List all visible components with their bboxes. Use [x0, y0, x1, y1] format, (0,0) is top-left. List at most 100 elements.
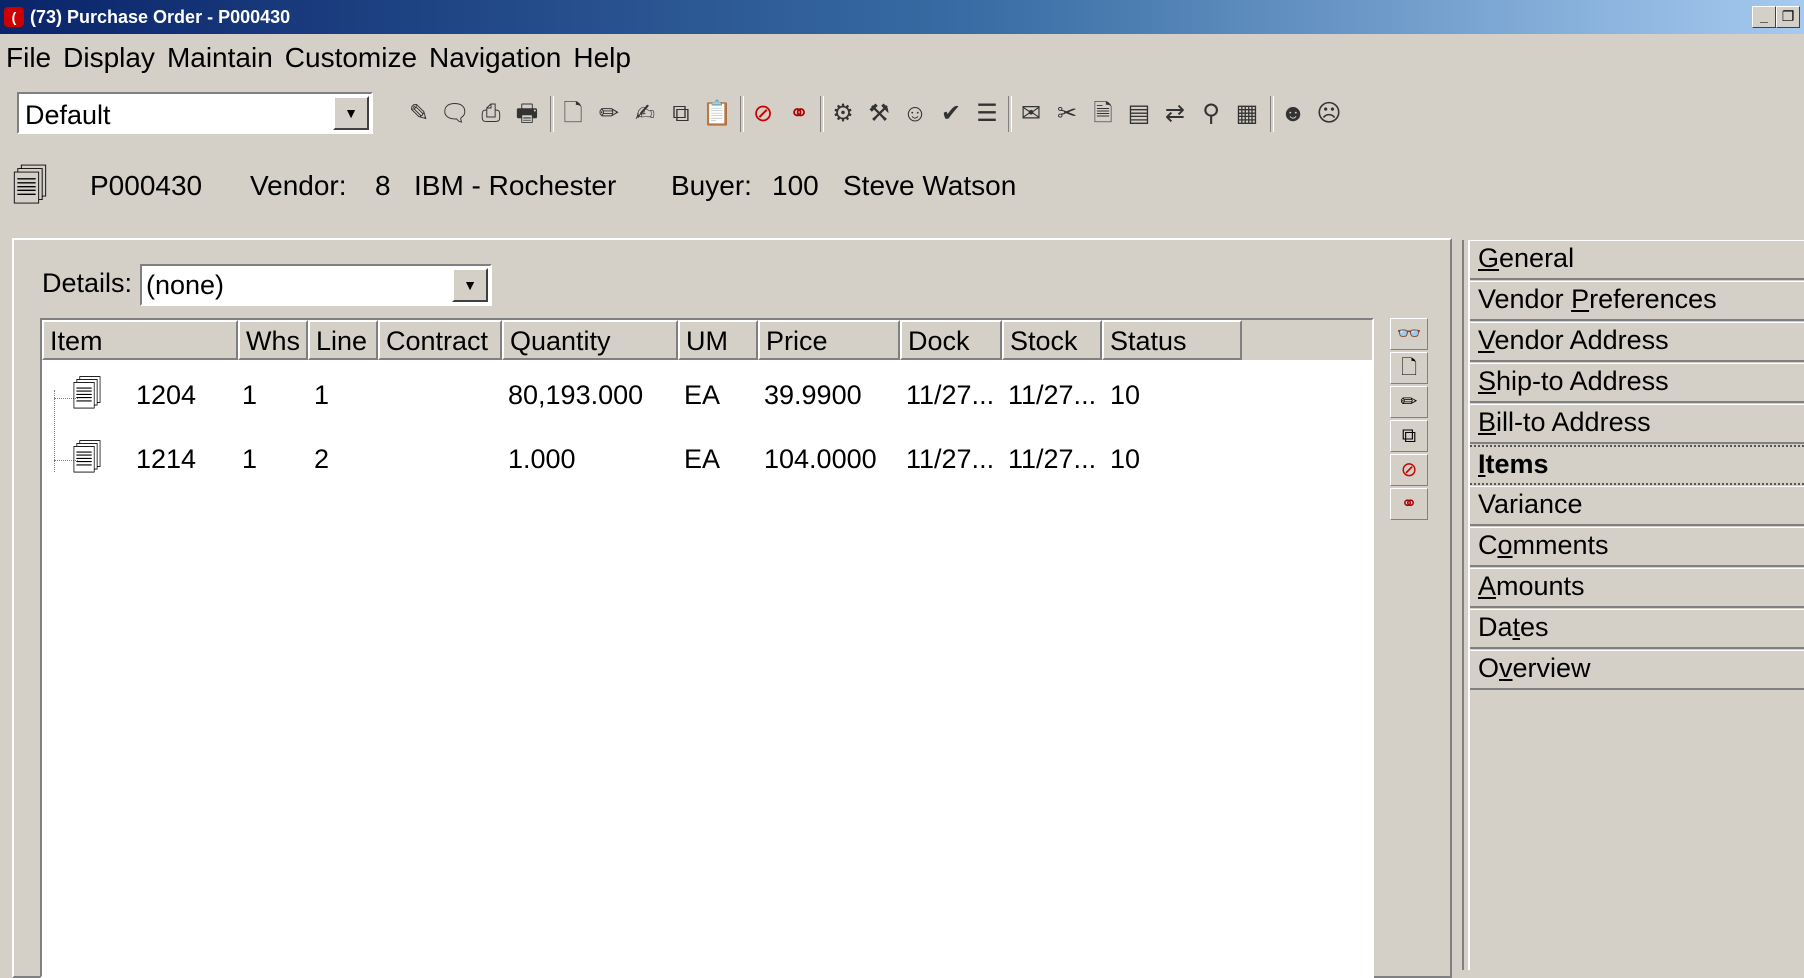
- tab-label: Variance: [1478, 489, 1583, 519]
- link-icon[interactable]: ⚭: [782, 97, 816, 131]
- column-header-um[interactable]: UM: [678, 320, 758, 360]
- chart-icon[interactable]: ▦: [1230, 97, 1264, 131]
- column-header-contract[interactable]: Contract: [378, 320, 502, 360]
- cell-status: 10: [1110, 444, 1141, 474]
- cell-um: EA: [684, 380, 721, 410]
- cancel-icon[interactable]: ⊘: [746, 97, 780, 131]
- tab-accelerator: v: [1499, 653, 1513, 683]
- inquiry-icon[interactable]: ⚲: [1194, 97, 1228, 131]
- menu-file[interactable]: File: [0, 38, 57, 74]
- chevron-down-icon[interactable]: ▼: [333, 96, 369, 130]
- menu-customize[interactable]: Customize: [279, 38, 423, 74]
- items-list: Item Whs Line Contract Quantity UM Price…: [40, 318, 1374, 978]
- cell-um: EA: [684, 444, 721, 474]
- list-header: Item Whs Line Contract Quantity UM Price…: [42, 320, 1372, 360]
- approve-icon[interactable]: ✔: [934, 97, 968, 131]
- users-icon[interactable]: ☹: [1312, 97, 1346, 131]
- tab-accelerator: o: [1497, 530, 1513, 560]
- vendor-label: Vendor:: [250, 170, 347, 201]
- po-number: P000430: [90, 170, 203, 201]
- attach-icon[interactable]: ✉: [1014, 97, 1048, 131]
- cell-line: 2: [314, 444, 330, 474]
- transfer-icon[interactable]: ⇄: [1158, 97, 1192, 131]
- tab-ship-to-address[interactable]: Ship-to Address: [1470, 363, 1804, 403]
- copy-icon[interactable]: ⧉: [664, 97, 698, 131]
- buyer-name: Steve Watson: [843, 170, 1017, 201]
- receive-icon[interactable]: ⚙: [826, 97, 860, 131]
- column-header-item[interactable]: Item: [42, 320, 238, 360]
- column-header-status[interactable]: Status: [1102, 320, 1242, 360]
- print-icon[interactable]: 🖶: [510, 97, 544, 131]
- tab-label: hip-to Address: [1496, 366, 1669, 396]
- copy-icon[interactable]: ⧉: [1390, 420, 1428, 452]
- item-icon: 🗐: [72, 378, 102, 411]
- tab-items[interactable]: Items: [1470, 445, 1804, 485]
- minimize-button[interactable]: _: [1752, 6, 1776, 28]
- tools-icon[interactable]: ✂: [1050, 97, 1084, 131]
- cell-stock: 11/27...: [1008, 380, 1097, 410]
- tab-variance[interactable]: Variance: [1470, 486, 1804, 526]
- tab-overview[interactable]: Overview: [1470, 650, 1804, 690]
- title-bar: ( (73) Purchase Order - P000430 _ ❐: [0, 0, 1804, 34]
- menu-maintain[interactable]: Maintain: [161, 38, 279, 74]
- tab-label: Da: [1478, 612, 1513, 642]
- tab-vendor-preferences[interactable]: Vendor Preferences: [1470, 281, 1804, 321]
- column-header-dock[interactable]: Dock: [900, 320, 1002, 360]
- tab-general[interactable]: General: [1470, 240, 1804, 280]
- paste-icon[interactable]: 📋: [700, 97, 734, 131]
- menu-help[interactable]: Help: [567, 38, 637, 74]
- column-header-price[interactable]: Price: [758, 320, 900, 360]
- menu-navigation[interactable]: Navigation: [423, 38, 567, 74]
- app-icon: (: [4, 7, 24, 27]
- tab-label: endor Address: [1494, 325, 1669, 355]
- review-icon[interactable]: ☰: [970, 97, 1004, 131]
- view-select[interactable]: Default ▼: [17, 92, 373, 134]
- row-actions-toolbar: 👓 🗋 ✏ ⧉ ⊘ ⚭: [1390, 318, 1430, 522]
- cancel-icon[interactable]: ⊘: [1390, 454, 1428, 486]
- tab-accelerator: V: [1478, 325, 1495, 355]
- column-header-stock[interactable]: Stock: [1002, 320, 1102, 360]
- chevron-down-icon[interactable]: ▼: [452, 268, 488, 302]
- vendor-icon[interactable]: ☺: [898, 97, 932, 131]
- view-icon[interactable]: 👓: [1390, 318, 1428, 350]
- tab-comments[interactable]: Comments: [1470, 527, 1804, 567]
- details-select-value: (none): [146, 270, 225, 300]
- edit-alt-icon[interactable]: ✍: [628, 97, 662, 131]
- tab-dates[interactable]: Dates: [1470, 609, 1804, 649]
- new-icon[interactable]: 🗋: [556, 97, 590, 131]
- tab-bill-to-address[interactable]: Bill-to Address: [1470, 404, 1804, 444]
- column-header-line[interactable]: Line: [308, 320, 378, 360]
- purchase-order-icon: 🗐: [12, 165, 48, 206]
- tab-label: O: [1478, 653, 1500, 683]
- cell-stock: 11/27...: [1008, 444, 1097, 474]
- tab-label: ill-to Address: [1496, 407, 1651, 437]
- column-header-whs[interactable]: Whs: [238, 320, 308, 360]
- tab-accelerator: S: [1478, 366, 1497, 396]
- menu-display[interactable]: Display: [57, 38, 161, 74]
- column-header-quantity[interactable]: Quantity: [502, 320, 678, 360]
- cell-status: 10: [1110, 380, 1141, 410]
- tab-vendor-address[interactable]: Vendor Address: [1470, 322, 1804, 362]
- tab-accelerator: A: [1478, 571, 1497, 601]
- document-icon[interactable]: 🗎: [1086, 97, 1120, 131]
- tab-label: mments: [1512, 530, 1609, 560]
- memo-icon[interactable]: 🗨: [438, 97, 472, 131]
- edit-icon[interactable]: ✏: [1390, 386, 1428, 418]
- report-icon[interactable]: ▤: [1122, 97, 1156, 131]
- print-preview-icon[interactable]: ⎙: [474, 97, 508, 131]
- cell-price: 104.0000: [764, 444, 877, 474]
- menu-bar: File Display Maintain Customize Navigation He…: [0, 38, 637, 78]
- details-select[interactable]: (none) ▼: [140, 264, 492, 306]
- table-row[interactable]: 🗐 1204 1 1 80,193.000 EA 39.9900 11/27..…: [42, 368, 1372, 428]
- tab-amounts[interactable]: Amounts: [1470, 568, 1804, 608]
- edit-icon[interactable]: ✏: [592, 97, 626, 131]
- cell-dock: 11/27...: [906, 380, 995, 410]
- new-icon[interactable]: 🗋: [1390, 352, 1428, 384]
- link-icon[interactable]: ⚭: [1390, 488, 1428, 520]
- process-icon[interactable]: ⚒: [862, 97, 896, 131]
- user-icon[interactable]: ☻: [1276, 97, 1310, 131]
- notes-icon[interactable]: ✎: [402, 97, 436, 131]
- table-row[interactable]: 🗐 1214 1 2 1.000 EA 104.0000 11/27... 11…: [42, 432, 1372, 492]
- restore-button[interactable]: ❐: [1776, 6, 1800, 28]
- window-title: (73) Purchase Order - P000430: [30, 7, 291, 27]
